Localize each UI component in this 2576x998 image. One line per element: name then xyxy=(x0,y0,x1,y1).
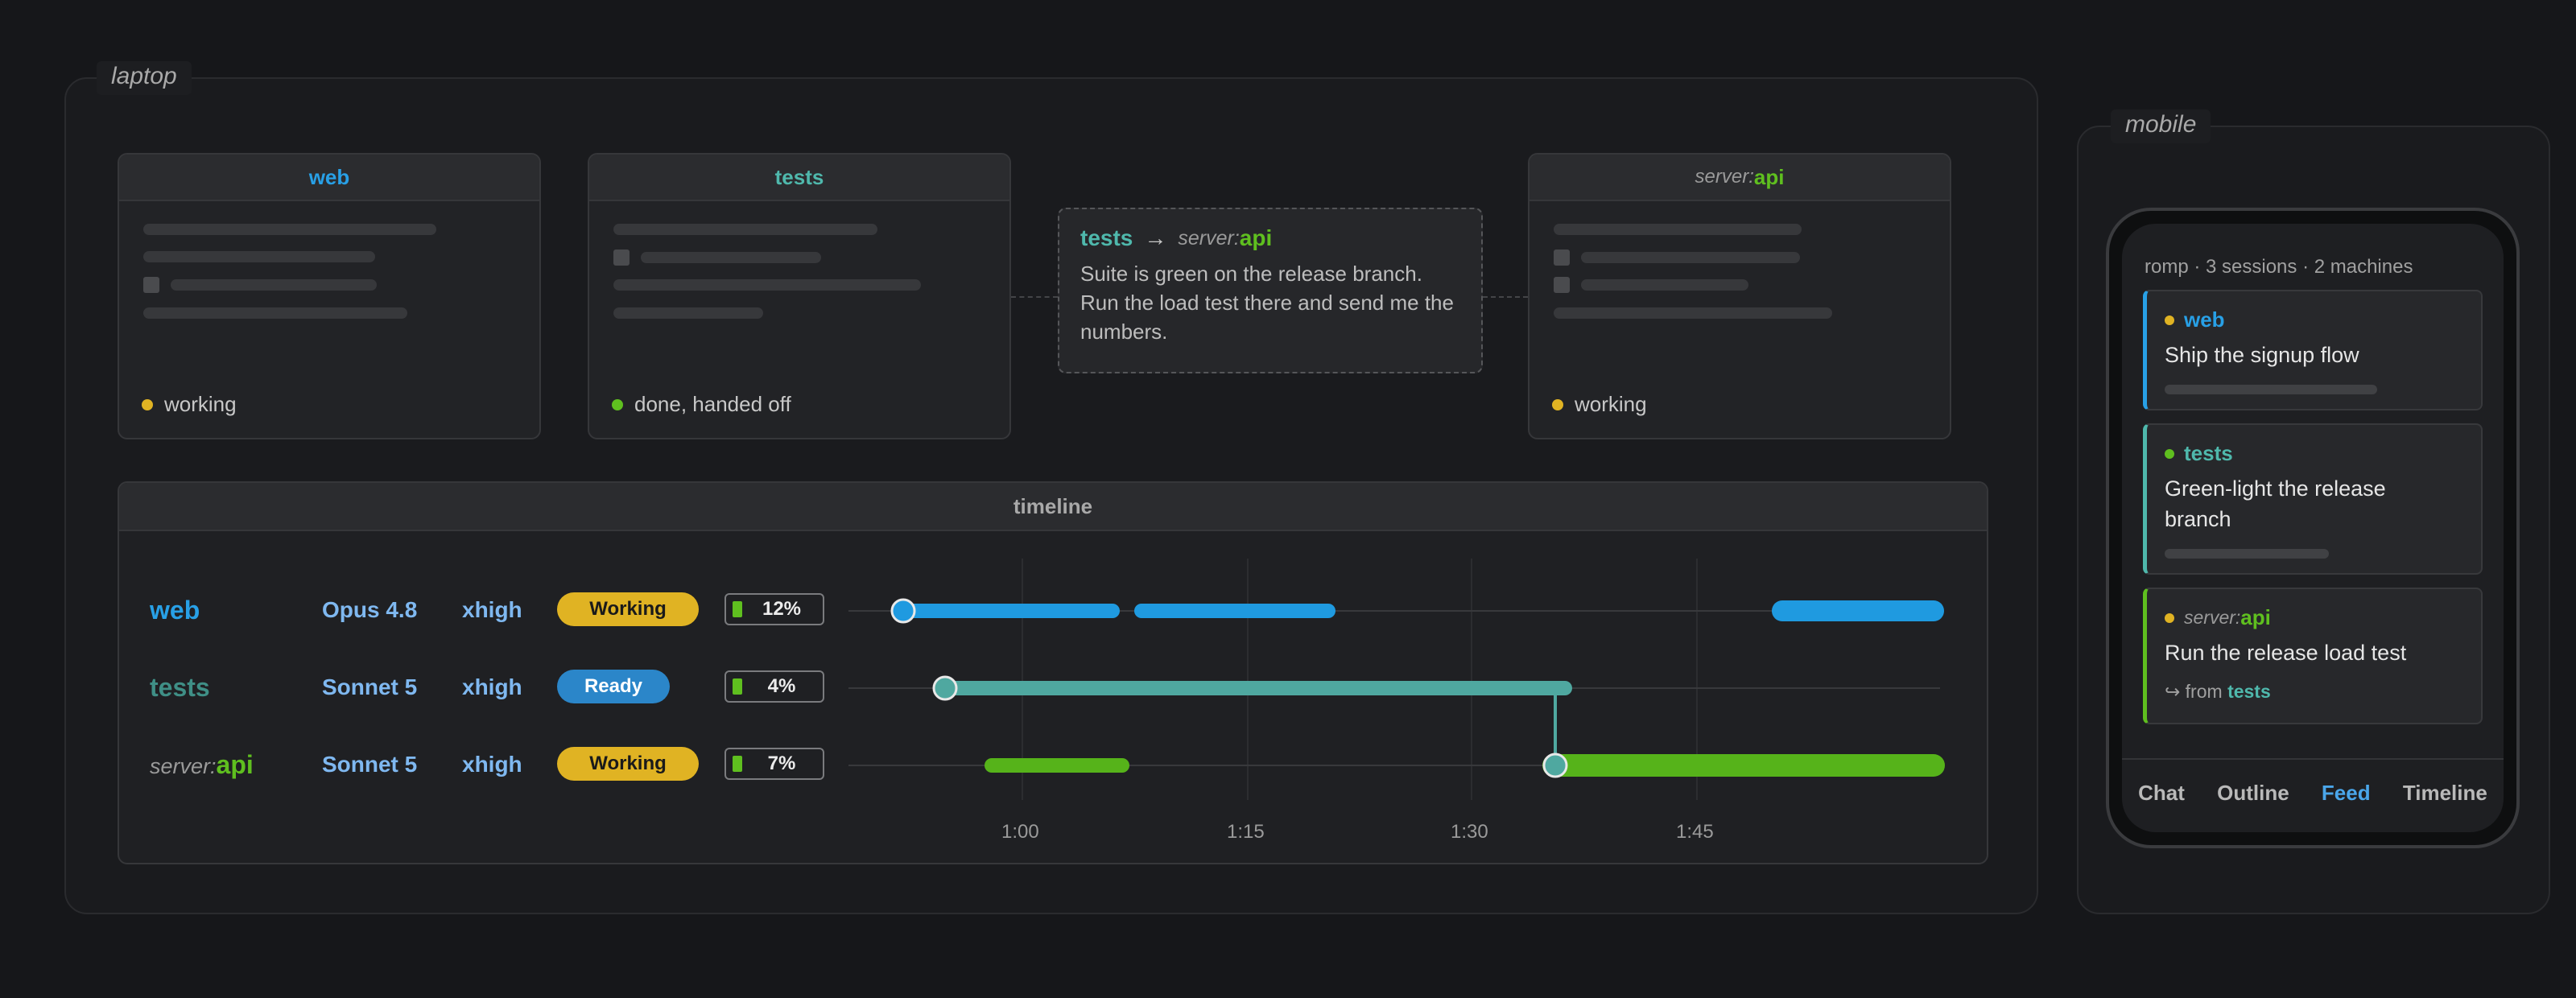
session-card-title: web xyxy=(119,155,539,201)
handoff-title: tests → server: api xyxy=(1080,225,1460,251)
status-text: working xyxy=(164,392,237,416)
status-dot xyxy=(142,398,153,410)
skeleton-line xyxy=(171,279,377,291)
skeleton-line xyxy=(613,224,877,235)
session-name: api xyxy=(1753,164,1785,189)
status-dot xyxy=(2165,612,2174,623)
session-status: working xyxy=(1552,392,1647,417)
feed-header: romp · 3 sessions · 2 machines xyxy=(2145,256,2413,278)
session-card-web[interactable]: web working xyxy=(118,153,541,439)
session-card-server-api[interactable]: server: api working xyxy=(1528,153,1951,439)
feed-card-task: Run the release load test xyxy=(2165,641,2407,665)
handoff-body: Suite is green on the release branch. Ru… xyxy=(1080,262,1454,344)
timeline-panel: timeline web tests server:api Opus 4.8 S… xyxy=(118,481,1988,864)
timeline-gantt xyxy=(848,559,1945,800)
session-name: tests xyxy=(774,164,824,189)
session-host-sep: : xyxy=(1748,166,1754,188)
reply-arrow-icon: ↪ xyxy=(2165,681,2181,702)
session-status: done, handed off xyxy=(612,392,791,417)
status-dot xyxy=(612,398,623,410)
feed-card-name: web xyxy=(2165,307,2225,332)
feed-card-host: server xyxy=(2184,607,2235,628)
status-text: working xyxy=(1575,392,1647,416)
feed-card-name: tests xyxy=(2165,441,2233,466)
checkbox-placeholder xyxy=(143,277,159,293)
checkbox-placeholder xyxy=(1554,250,1570,266)
skeleton-line xyxy=(1554,224,1802,235)
handoff-from: tests xyxy=(1080,225,1133,250)
handoff-to-sep: : xyxy=(1233,226,1240,250)
feed-card-name: server: api xyxy=(2165,605,2271,630)
tab-timeline[interactable]: Timeline xyxy=(2403,781,2487,806)
feed-card-session: api xyxy=(2240,605,2271,629)
status-text: done, handed off xyxy=(634,392,791,416)
skeleton-line xyxy=(641,252,821,263)
handoff-source: ↪ from tests xyxy=(2165,681,2271,703)
skeleton-line xyxy=(613,279,921,291)
phone-frame: romp · 3 sessions · 2 machines web Ship … xyxy=(2106,208,2520,848)
skeleton-line xyxy=(143,307,407,319)
skeleton-line xyxy=(143,224,436,235)
tick-label: 1:15 xyxy=(1227,821,1265,843)
mobile-group-label: mobile xyxy=(2111,109,2211,143)
checkbox-placeholder xyxy=(613,250,630,266)
tab-bar: Chat Outline Feed Timeline xyxy=(2122,758,2504,832)
status-dot xyxy=(1552,398,1563,410)
skeleton-line xyxy=(613,307,763,319)
start-marker-web[interactable] xyxy=(890,598,916,624)
arrow-right-icon: → xyxy=(1144,225,1167,250)
status-dot xyxy=(2165,315,2174,325)
laptop-group-label: laptop xyxy=(97,61,192,95)
feed-card-tests[interactable]: tests Green-light the release branch xyxy=(2143,423,2483,575)
feed-card-task: Ship the signup flow xyxy=(2165,343,2359,367)
progress-placeholder xyxy=(2165,549,2329,559)
session-host: server xyxy=(1695,166,1749,188)
from-session: tests xyxy=(2227,681,2271,702)
start-marker-tests[interactable] xyxy=(932,675,958,701)
skeleton-line xyxy=(1554,307,1832,319)
handoff-marker-server-api[interactable] xyxy=(1542,753,1568,778)
feed-card-web[interactable]: web Ship the signup flow xyxy=(2143,290,2483,410)
handoff-to-name: api xyxy=(1239,225,1273,250)
skeleton-line xyxy=(1581,252,1800,263)
session-card-tests[interactable]: tests done, handed off xyxy=(588,153,1011,439)
tab-feed[interactable]: Feed xyxy=(2322,781,2371,806)
tick-label: 1:30 xyxy=(1451,821,1488,843)
tick-label: 1:00 xyxy=(1001,821,1039,843)
handoff-connector-right xyxy=(1483,296,1528,298)
handoff-to-host: server xyxy=(1178,226,1234,250)
handoff-message[interactable]: tests → server: api Suite is green on the… xyxy=(1058,208,1483,373)
session-card-title: server: api xyxy=(1530,155,1950,201)
session-name: web xyxy=(308,164,350,189)
handoff-connector-left xyxy=(1011,296,1058,298)
feed-card-task: Green-light the release branch xyxy=(2165,476,2386,531)
progress-placeholder xyxy=(2165,385,2377,394)
tab-chat[interactable]: Chat xyxy=(2138,781,2185,806)
skeleton-line xyxy=(143,251,375,262)
tick-label: 1:45 xyxy=(1676,821,1714,843)
session-card-title: tests xyxy=(589,155,1009,201)
from-label: from xyxy=(2185,681,2223,702)
status-dot xyxy=(2165,448,2174,459)
session-status: working xyxy=(142,392,237,417)
feed-card-session: tests xyxy=(2184,441,2233,465)
feed-card-session: web xyxy=(2184,307,2225,332)
tab-outline[interactable]: Outline xyxy=(2217,781,2289,806)
checkbox-placeholder xyxy=(1554,277,1570,293)
feed-card-server-api[interactable]: server: api Run the release load test ↪ f… xyxy=(2143,588,2483,724)
phone-screen: romp · 3 sessions · 2 machines web Ship … xyxy=(2122,224,2504,832)
skeleton-line xyxy=(1581,279,1748,291)
